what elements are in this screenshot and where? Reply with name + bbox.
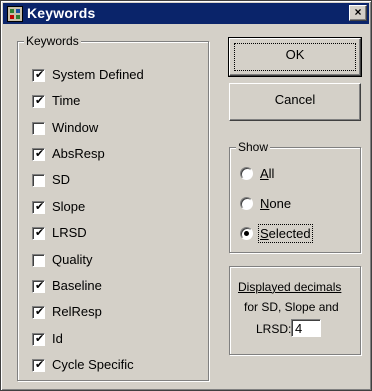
checkbox-label: Cycle Specific [52,357,134,372]
checkbox-label: Time [52,93,81,108]
radio-label: None [260,196,292,211]
radio-button[interactable] [240,167,253,180]
radio-label: Selected [258,224,313,243]
checkmark-icon: ✔ [35,359,45,371]
decimals-label-line1: Displayed decimals [238,280,342,294]
cancel-button-label: Cancel [274,92,316,107]
ok-button[interactable]: OK [228,37,362,77]
cancel-button[interactable]: Cancel [229,83,361,121]
checkmark-icon: ✔ [35,227,45,239]
checkmark-icon: ✔ [35,280,45,292]
checkbox-label: LRSD [52,225,87,240]
checkbox-box[interactable]: ✔ [32,306,45,319]
checkmark-icon: ✔ [35,95,45,107]
radio-pip [244,231,249,236]
show-group: Show All None Selected [229,140,361,253]
checkbox-box[interactable]: ✔ [32,227,45,240]
checkmark-icon: ✔ [35,201,45,213]
decimals-group: Displayed decimals for SD, Slope and LRS… [229,266,361,355]
checkbox-box[interactable]: ✔ [32,148,45,161]
checkbox-label: System Defined [52,67,144,82]
checkbox-box[interactable]: ✔ [32,201,45,214]
checkbox-label: Slope [52,199,86,214]
checkbox-box[interactable]: ✔ [32,333,45,346]
checkmark-icon: ✔ [35,306,45,318]
close-button[interactable]: × [349,5,367,21]
window-title: Keywords [27,5,96,21]
keywords-group: Keywords ✔ System Defined ✔ Time Window … [17,34,209,381]
keywords-dialog: Keywords × Keywords ✔ System Defined ✔ T… [0,0,372,391]
checkbox-box[interactable]: ✔ [32,280,45,293]
checkmark-icon: ✔ [35,148,45,160]
checkbox-label: AbsResp [52,146,105,161]
checkbox-label: Quality [52,252,93,267]
checkbox-box[interactable] [32,254,45,267]
keywords-legend: Keywords [24,34,81,48]
checkbox-label: SD [52,172,71,187]
checkbox-label: RelResp [52,304,102,319]
checkmark-icon: ✔ [35,333,45,345]
show-legend: Show [236,140,271,154]
checkbox-box[interactable] [32,174,45,187]
title-bar[interactable]: Keywords × [3,3,369,24]
checkbox-box[interactable]: ✔ [32,359,45,372]
checkbox-label: Baseline [52,278,102,293]
checkbox-box[interactable]: ✔ [32,95,45,108]
checkmark-icon: ✔ [35,69,45,81]
checkbox-box[interactable] [32,122,45,135]
checkbox-label: Window [52,120,99,135]
radio-label: All [260,166,275,181]
ok-button-label: OK [285,47,305,62]
radio-button[interactable] [240,197,253,210]
radio-button[interactable] [240,227,253,240]
decimals-label-line3: LRSD: [256,322,292,336]
decimals-input[interactable]: 4 [291,319,321,337]
decimals-label-line2: for SD, Slope and [244,300,339,314]
app-icon [7,6,23,22]
checkbox-label: Id [52,331,63,346]
checkbox-box[interactable]: ✔ [32,69,45,82]
